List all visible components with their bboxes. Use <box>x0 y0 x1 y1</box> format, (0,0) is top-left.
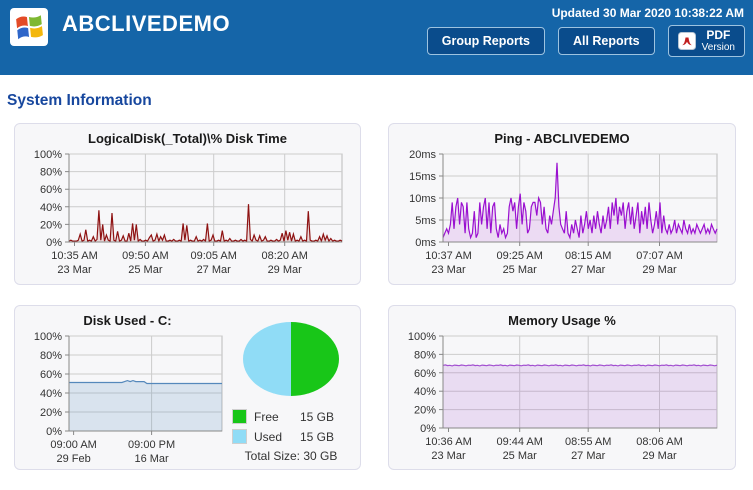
disk-time-panel: LogicalDisk(_Total)\% Disk Time 0% 20% 40%… <box>14 123 361 285</box>
dashboard-grid: LogicalDisk(_Total)\% Disk Time 0% 20% 40%… <box>14 123 736 470</box>
svg-text:08:55 AM: 08:55 AM <box>565 436 611 448</box>
svg-text:60%: 60% <box>40 184 62 196</box>
svg-text:25 Mar: 25 Mar <box>503 264 538 276</box>
svg-text:10:37 AM: 10:37 AM <box>425 250 471 262</box>
svg-text:80%: 80% <box>414 349 436 361</box>
disk-used-chart: 0% 20% 40% 60% 80% 100% 09:00 AM 29 Feb 09:00 PM… <box>25 330 232 470</box>
legend-row-free: Free 15 GB <box>232 409 350 424</box>
svg-text:5ms: 5ms <box>415 215 436 227</box>
svg-text:27 Mar: 27 Mar <box>571 450 606 462</box>
svg-text:60%: 60% <box>40 369 62 381</box>
svg-text:60%: 60% <box>414 368 436 380</box>
disk-time-title: LogicalDisk(_Total)\% Disk Time <box>25 131 350 146</box>
svg-text:0%: 0% <box>46 426 62 438</box>
svg-text:20%: 20% <box>414 405 436 417</box>
svg-text:20%: 20% <box>40 407 62 419</box>
svg-text:07:07 AM: 07:07 AM <box>636 250 682 262</box>
ping-chart: 0ms 5ms 10ms 15ms 20ms 10:37 AM 23 Mar 09:25 AM… <box>399 148 725 281</box>
svg-text:27 Mar: 27 Mar <box>197 264 232 276</box>
disk-used-title: Disk Used - C: <box>25 313 230 328</box>
svg-text:09:00 PM: 09:00 PM <box>128 439 175 451</box>
windows-logo <box>10 8 48 46</box>
svg-text:10:36 AM: 10:36 AM <box>425 436 471 448</box>
svg-text:23 Mar: 23 Mar <box>431 264 466 276</box>
group-reports-button[interactable]: Group Reports <box>427 27 545 55</box>
svg-text:25 Mar: 25 Mar <box>503 450 538 462</box>
svg-text:10:35 AM: 10:35 AM <box>51 250 97 262</box>
svg-text:08:06 AM: 08:06 AM <box>636 436 682 448</box>
memory-usage-chart: 0% 20% 40% 60% 80% 100% 10:36 AM 23 Mar 09:44 AM… <box>399 330 725 467</box>
svg-text:09:25 AM: 09:25 AM <box>496 250 542 262</box>
svg-text:23 Mar: 23 Mar <box>431 450 466 462</box>
page-title: ABCLIVEDEMO <box>62 11 230 37</box>
used-label: Used <box>254 430 300 444</box>
pie-legend: Free 15 GB Used 15 GB Total Size: 30 GB <box>232 409 350 463</box>
svg-text:29 Mar: 29 Mar <box>642 264 677 276</box>
free-value: 15 GB <box>300 410 334 424</box>
svg-text:29 Feb: 29 Feb <box>56 453 90 465</box>
svg-text:100%: 100% <box>408 331 436 343</box>
svg-text:09:44 AM: 09:44 AM <box>496 436 542 448</box>
svg-text:100%: 100% <box>34 149 62 161</box>
svg-text:16 Mar: 16 Mar <box>134 453 169 465</box>
header-buttons: Group Reports All Reports PDF Version <box>427 25 745 57</box>
svg-text:23 Mar: 23 Mar <box>57 264 92 276</box>
svg-text:40%: 40% <box>414 386 436 398</box>
memory-usage-panel: Memory Usage % 0% 20% 40% 60% 80% 100% 10:36 A… <box>388 305 736 470</box>
used-value: 15 GB <box>300 430 334 444</box>
svg-text:80%: 80% <box>40 350 62 362</box>
disk-used-pie-chart <box>239 319 343 404</box>
pdf-button-label: PDF Version <box>702 29 735 53</box>
svg-text:08:15 AM: 08:15 AM <box>565 250 611 262</box>
free-label: Free <box>254 410 300 424</box>
svg-text:100%: 100% <box>34 331 62 343</box>
disk-time-chart: 0% 20% 40% 60% 80% 100% 10:35 AM 23 Mar 09:50 AM… <box>25 148 350 281</box>
svg-text:40%: 40% <box>40 202 62 214</box>
svg-text:09:05 AM: 09:05 AM <box>190 250 236 262</box>
legend-row-used: Used 15 GB <box>232 429 350 444</box>
svg-text:80%: 80% <box>40 167 62 179</box>
pdf-version-button[interactable]: PDF Version <box>668 25 745 57</box>
svg-text:20%: 20% <box>40 219 62 231</box>
svg-text:40%: 40% <box>40 388 62 400</box>
pdf-icon <box>678 32 696 50</box>
windows-flag-icon <box>13 12 45 42</box>
svg-text:09:00 AM: 09:00 AM <box>50 439 96 451</box>
svg-text:0%: 0% <box>46 237 62 249</box>
svg-text:25 Mar: 25 Mar <box>128 264 163 276</box>
header: ABCLIVEDEMO Updated 30 Mar 2020 10:38:22… <box>0 0 753 75</box>
memory-usage-title: Memory Usage % <box>399 313 725 328</box>
svg-text:0%: 0% <box>420 423 436 435</box>
svg-text:20ms: 20ms <box>409 149 436 161</box>
svg-text:10ms: 10ms <box>409 193 436 205</box>
svg-text:27 Mar: 27 Mar <box>571 264 606 276</box>
section-title: System Information <box>7 92 753 110</box>
svg-text:0ms: 0ms <box>415 237 436 249</box>
ping-panel: Ping - ABCLIVEDEMO 0ms 5ms 10ms 15ms 20ms 10:… <box>388 123 736 285</box>
svg-text:29 Mar: 29 Mar <box>642 450 677 462</box>
ping-title: Ping - ABCLIVEDEMO <box>399 131 725 146</box>
svg-text:15ms: 15ms <box>409 171 436 183</box>
free-swatch <box>232 409 247 424</box>
svg-text:09:50 AM: 09:50 AM <box>122 250 168 262</box>
all-reports-button[interactable]: All Reports <box>558 27 655 55</box>
disk-used-panel: Disk Used - C: 0% 20% 40% 60% 80% 100% 09:00 A… <box>14 305 361 470</box>
svg-text:29 Mar: 29 Mar <box>268 264 303 276</box>
used-swatch <box>232 429 247 444</box>
updated-timestamp: Updated 30 Mar 2020 10:38:22 AM <box>552 6 744 20</box>
svg-text:08:20 AM: 08:20 AM <box>261 250 307 262</box>
pie-total-size: Total Size: 30 GB <box>232 449 350 463</box>
